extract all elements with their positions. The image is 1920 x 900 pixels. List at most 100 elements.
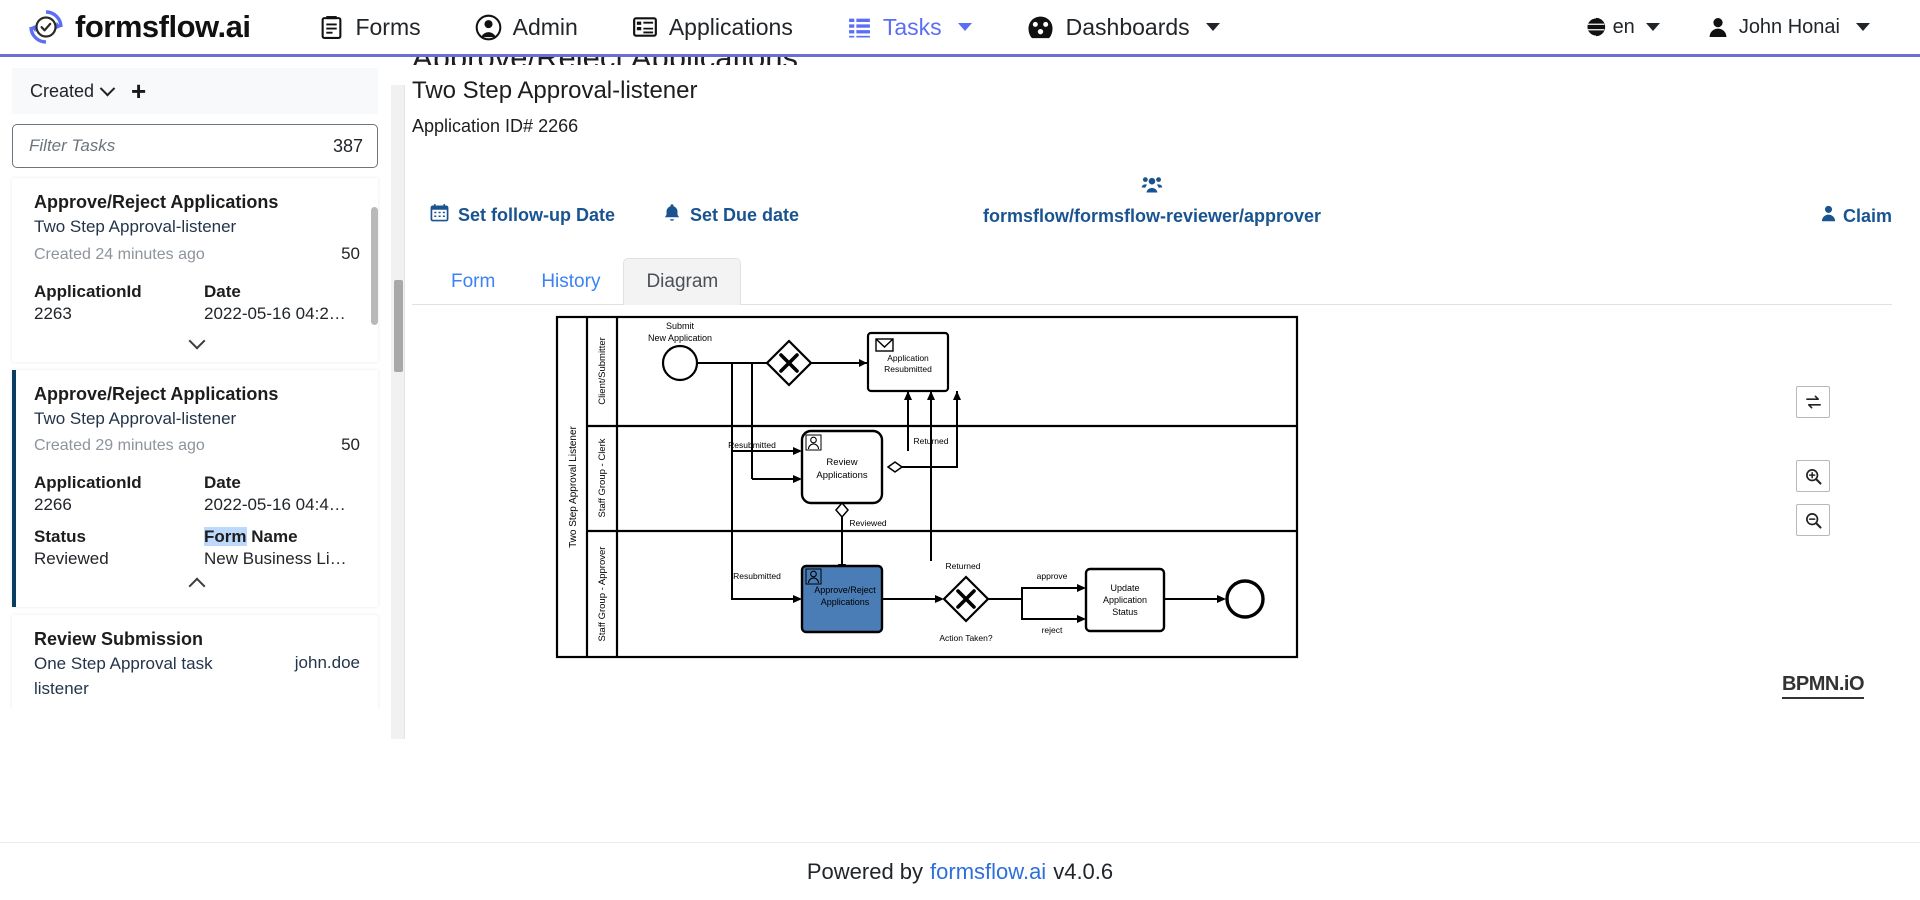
- task-card[interactable]: Approve/Reject Applications Two Step App…: [12, 178, 378, 362]
- bpmn-task-update-application-status: Update Application Status: [1084, 567, 1166, 633]
- chevron-down-icon: [957, 23, 972, 31]
- claim-button[interactable]: Claim: [1821, 205, 1892, 227]
- bell-icon: [663, 203, 681, 227]
- bpmn-lane-label-clerk: Staff Group - Clerk: [597, 438, 608, 517]
- main-scrollbar-track[interactable]: [391, 85, 405, 739]
- admin-icon: [475, 14, 502, 41]
- task-list-scrollbar[interactable]: [371, 207, 378, 325]
- task-panel-toolbar: Created +: [12, 68, 378, 114]
- chevron-down-icon: [99, 80, 116, 96]
- label-form-name: Form Name: [204, 527, 298, 547]
- assigned-group[interactable]: formsflow/formsflow-reviewer/approver: [983, 175, 1321, 227]
- bpmn-label-reject: reject: [1042, 625, 1063, 635]
- nav-item-applications[interactable]: Applications: [605, 0, 820, 54]
- globe-icon: [1585, 16, 1607, 38]
- page-title: Approve/Reject Applications: [412, 57, 1892, 65]
- formsflow-logo-icon: [28, 9, 64, 45]
- value-application-id: 2266: [34, 495, 72, 515]
- user-menu[interactable]: John Honai: [1684, 0, 1894, 54]
- label-form-name-highlight: Form: [204, 527, 247, 547]
- task-card-subtitle: Two Step Approval-listener: [34, 217, 237, 236]
- bpmn-end-event: [1225, 579, 1265, 619]
- zoom-in-button[interactable]: [1796, 460, 1830, 492]
- task-card-created: Created 26 minutes ago: [34, 708, 205, 709]
- value-application-id: 2263: [34, 303, 72, 323]
- bpmn-lane-label-approver: Staff Group - Approver: [597, 547, 608, 642]
- svg-text:Submit: Submit: [666, 321, 695, 331]
- nav-label-tasks: Tasks: [882, 13, 942, 40]
- filter-tasks-box: 387: [12, 124, 378, 168]
- sort-dropdown[interactable]: Created: [30, 80, 116, 102]
- nav-label-admin: Admin: [512, 13, 578, 40]
- label-date: Date: [204, 473, 241, 493]
- zoom-out-button[interactable]: [1796, 504, 1830, 536]
- value-form-name: New Business Lice...: [204, 549, 354, 569]
- footer-brand-link[interactable]: formsflow.ai: [930, 859, 1046, 885]
- language-selector[interactable]: en: [1561, 0, 1684, 54]
- task-card-subtitle: Two Step Approval-listener: [34, 408, 237, 428]
- footer: Powered by formsflow.ai v4.0.6: [0, 842, 1920, 900]
- dashboards-icon: [1026, 14, 1055, 41]
- bpmn-pool-label: Two Step Approval Listener: [568, 425, 579, 547]
- toggle-direction-button[interactable]: [1796, 386, 1830, 418]
- zoom-in-icon: [1805, 468, 1822, 485]
- nav-item-dashboards[interactable]: Dashboards: [999, 0, 1247, 54]
- language-label: en: [1612, 15, 1635, 38]
- application-id-label: Application ID# 2266: [412, 116, 579, 136]
- nav-item-forms[interactable]: Forms: [292, 0, 447, 54]
- task-card-created: Created 29 minutes ago: [34, 437, 205, 455]
- nav-item-admin[interactable]: Admin: [448, 0, 605, 54]
- tasks-icon: [847, 15, 872, 40]
- task-card-subtitle: One Step Approval task listener: [34, 654, 213, 698]
- bpmn-label-returned-top: Returned: [914, 436, 949, 446]
- main-scrollbar-thumb[interactable]: [394, 280, 403, 372]
- calendar-icon: [430, 203, 449, 227]
- expand-card-button[interactable]: [34, 332, 360, 352]
- task-detail-panel: Approve/Reject Applications Two Step App…: [390, 57, 1920, 739]
- label-application-id: ApplicationId: [34, 281, 142, 301]
- svg-text:Review: Review: [826, 457, 857, 468]
- tab-form[interactable]: Form: [428, 258, 518, 305]
- chevron-down-icon: [188, 332, 206, 350]
- add-filter-button[interactable]: +: [131, 78, 146, 104]
- task-card-title: Approve/Reject Applications: [34, 192, 279, 212]
- task-card[interactable]: Approve/Reject Applications Two Step App…: [12, 369, 378, 608]
- chevron-up-icon: [188, 577, 206, 595]
- nav-label-dashboards: Dashboards: [1065, 13, 1190, 40]
- label-date: Date: [204, 281, 241, 301]
- brand-logo-link[interactable]: formsflow.ai: [28, 9, 251, 45]
- collapse-card-button[interactable]: [34, 577, 360, 597]
- zoom-out-icon: [1805, 512, 1822, 529]
- set-followup-date-button[interactable]: Set follow-up Date: [430, 203, 615, 227]
- nav-item-tasks[interactable]: Tasks: [820, 0, 999, 54]
- claim-label: Claim: [1842, 205, 1892, 226]
- tab-diagram[interactable]: Diagram: [623, 258, 742, 305]
- bpmn-io-watermark[interactable]: BPMN.iO: [1781, 673, 1865, 699]
- main-nav: Forms Admin Applications Tasks Dashboard…: [292, 0, 1246, 54]
- chevron-down-icon: [1856, 23, 1870, 31]
- chevron-down-icon: [1645, 23, 1660, 31]
- task-card[interactable]: Review Submission One Step Approval task…: [12, 615, 378, 709]
- task-card-title: Approve/Reject Applications: [34, 383, 279, 404]
- svg-text:Applications: Applications: [816, 470, 867, 481]
- value-date: 2022-05-16 04:28:...: [204, 303, 354, 323]
- task-card-assignee: john.doe: [294, 653, 360, 673]
- bpmn-label-approve: approve: [1037, 571, 1068, 581]
- svg-text:Applications: Applications: [821, 597, 870, 607]
- chevron-down-icon: [1205, 23, 1220, 31]
- detail-tabs: Form History Diagram: [412, 258, 1892, 305]
- svg-text:Update: Update: [1110, 583, 1139, 593]
- bpmn-label-resubmitted-top: Resubmitted: [728, 440, 776, 450]
- bpmn-label-returned-bottom: Returned: [946, 561, 981, 571]
- nav-label-applications: Applications: [668, 13, 793, 40]
- tab-history[interactable]: History: [518, 258, 623, 305]
- task-list[interactable]: Approve/Reject Applications Two Step App…: [0, 170, 390, 709]
- svg-text:Status: Status: [1112, 607, 1138, 617]
- task-list-panel: Created + 387 Approve/Reject Application…: [0, 57, 390, 709]
- set-due-date-label: Set Due date: [690, 204, 800, 225]
- task-card-title: Review Submission: [34, 629, 204, 650]
- set-due-date-button[interactable]: Set Due date: [663, 203, 799, 227]
- search-input[interactable]: [27, 135, 333, 157]
- bpmn-diagram-area[interactable]: Two Step Approval Listener Client/Submit…: [412, 311, 1892, 711]
- bpmn-canvas[interactable]: Two Step Approval Listener Client/Submit…: [412, 311, 1612, 701]
